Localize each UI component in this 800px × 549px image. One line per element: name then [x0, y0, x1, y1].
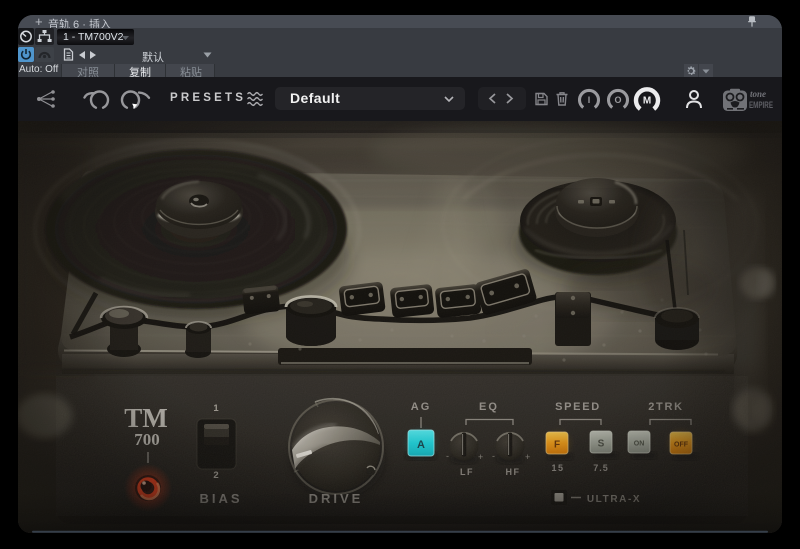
svg-text:O: O: [614, 95, 621, 105]
svg-text:M: M: [643, 96, 651, 107]
svg-text:I: I: [588, 95, 591, 105]
svg-text:EMPIRE: EMPIRE: [749, 100, 773, 111]
svg-text:tone: tone: [750, 89, 766, 99]
